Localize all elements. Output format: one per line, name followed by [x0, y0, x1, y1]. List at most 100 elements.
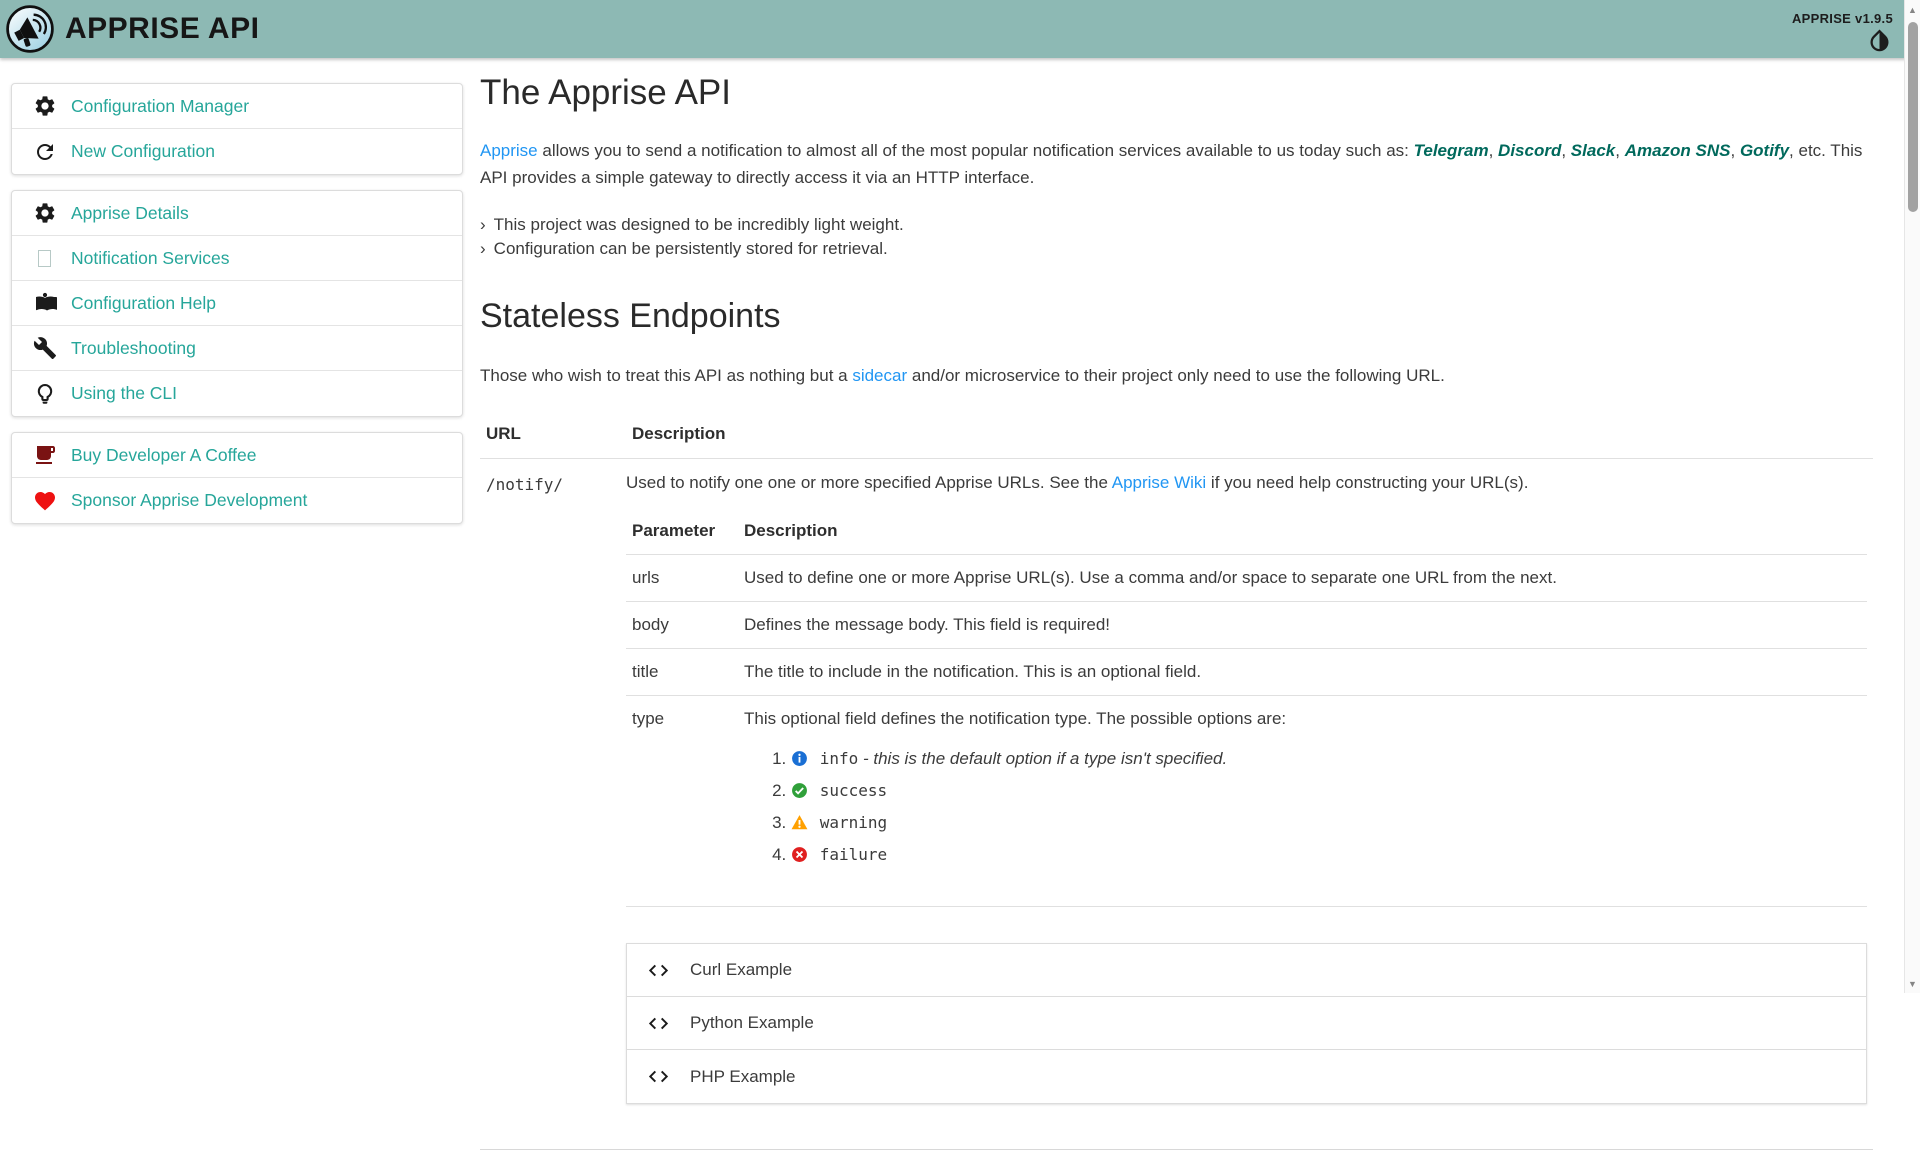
scroll-up-arrow[interactable]: ▲	[1905, 5, 1920, 15]
sidebar-item-buy-developer-a-coffee[interactable]: Buy Developer A Coffee	[12, 433, 462, 478]
separator: ,	[1730, 141, 1739, 160]
sidebar-item-troubleshooting[interactable]: Troubleshooting	[12, 326, 462, 371]
page-title: The Apprise API	[480, 73, 1873, 113]
service-link-telegram[interactable]: Telegram	[1414, 141, 1489, 160]
endpoint-desc-text: Used to notify one one or more specified…	[626, 473, 1112, 492]
accordion-item-label: Curl Example	[690, 960, 792, 980]
accordion-item-curl-example[interactable]: Curl Example	[627, 944, 1866, 997]
sidebar: Configuration Manager New Configuration …	[11, 83, 463, 539]
sidebar-item-notification-services[interactable]: Notification Services	[12, 236, 462, 281]
endpoint-table: URL Description /notify/ Used to notify …	[480, 411, 1873, 1124]
separator: ,	[1561, 141, 1570, 160]
brand: APPRISE API	[5, 4, 259, 54]
table-row-urls: urls Used to define one or more Apprise …	[626, 555, 1867, 602]
endpoint-description-cell: Used to notify one one or more specified…	[626, 459, 1873, 1125]
feature-list: This project was designed to be incredib…	[480, 213, 1873, 261]
type-option-warning: warning	[791, 813, 1861, 833]
code-examples-accordion: Curl Example Python Example PHP Example	[626, 943, 1867, 1104]
gear-icon	[31, 94, 58, 118]
endpoint-desc-text: if you need help constructing your URL(s…	[1206, 473, 1528, 492]
gear-icon	[31, 201, 58, 225]
service-link-amazon-sns[interactable]: Amazon SNS	[1625, 141, 1731, 160]
type-value: failure	[820, 845, 887, 864]
sidebar-item-sponsor-apprise-development[interactable]: Sponsor Apprise Development	[12, 478, 462, 523]
endpoint-url: /notify/	[480, 459, 626, 1125]
header-right: APPRISE v1.9.5	[1792, 5, 1893, 54]
column-header-description: Description	[626, 411, 1873, 459]
separator: ,	[1489, 141, 1498, 160]
sidebar-item-label: Using the CLI	[71, 383, 177, 404]
param-name: body	[626, 602, 738, 649]
sidebar-item-label: Sponsor Apprise Development	[71, 490, 307, 511]
sidebar-item-label: New Configuration	[71, 141, 215, 162]
app-header: APPRISE API APPRISE v1.9.5	[0, 0, 1920, 58]
code-icon	[647, 959, 670, 982]
sidebar-item-label: Apprise Details	[71, 203, 189, 224]
sidebar-group-configuration: Configuration Manager New Configuration	[11, 83, 463, 175]
sidebar-item-label: Notification Services	[71, 248, 230, 269]
scrollbar-thumb[interactable]	[1908, 22, 1918, 212]
main-content: The Apprise API Apprise allows you to se…	[480, 73, 1873, 1150]
apprise-link[interactable]: Apprise	[480, 141, 538, 160]
type-value: info	[820, 749, 859, 768]
type-option-failure: failure	[791, 845, 1861, 865]
table-row-body: body Defines the message body. This fiel…	[626, 602, 1867, 649]
accordion-item-python-example[interactable]: Python Example	[627, 997, 1866, 1050]
service-link-gotify[interactable]: Gotify	[1740, 141, 1789, 160]
success-icon	[791, 782, 808, 799]
sidebar-item-configuration-help[interactable]: Configuration Help	[12, 281, 462, 326]
parameters-table: Parameter Description urls Used to defin…	[626, 509, 1867, 907]
intro-text: allows you to send a notification to alm…	[538, 141, 1414, 160]
wrench-icon	[31, 336, 58, 360]
service-link-discord[interactable]: Discord	[1498, 141, 1561, 160]
feature-item: This project was designed to be incredib…	[480, 213, 1873, 237]
sidebar-item-label: Buy Developer A Coffee	[71, 445, 257, 466]
accordion-item-label: PHP Example	[690, 1067, 796, 1087]
column-header-url: URL	[480, 411, 626, 459]
code-icon	[647, 1012, 670, 1035]
scrollbar[interactable]: ▲ ▼	[1904, 0, 1920, 993]
param-description: This optional field defines the notifica…	[738, 696, 1867, 907]
book-icon	[31, 291, 58, 315]
table-row-notify: /notify/ Used to notify one one or more …	[480, 459, 1873, 1125]
sidebar-item-label: Configuration Manager	[71, 96, 249, 117]
column-header-parameter: Parameter	[626, 509, 738, 555]
param-description-text: This optional field defines the notifica…	[744, 709, 1286, 728]
table-row-title: title The title to include in the notifi…	[626, 649, 1867, 696]
lead-text: and/or microservice to their project onl…	[907, 366, 1445, 385]
lead-text: Those who wish to treat this API as noth…	[480, 366, 852, 385]
sidebar-item-configuration-manager[interactable]: Configuration Manager	[12, 84, 462, 129]
missing-glyph-icon	[31, 250, 58, 267]
type-value: success	[820, 781, 887, 800]
sidebar-item-using-the-cli[interactable]: Using the CLI	[12, 371, 462, 416]
feature-item: Configuration can be persistently stored…	[480, 237, 1873, 261]
accordion-item-php-example[interactable]: PHP Example	[627, 1050, 1866, 1103]
service-link-slack[interactable]: Slack	[1571, 141, 1615, 160]
param-description: The title to include in the notification…	[738, 649, 1867, 696]
lightbulb-icon	[31, 382, 58, 406]
intro-paragraph: Apprise allows you to send a notificatio…	[480, 137, 1873, 191]
type-value: warning	[820, 813, 887, 832]
notification-type-options: info - this is the default option if a t…	[744, 749, 1861, 865]
scroll-down-arrow[interactable]: ▼	[1905, 979, 1920, 989]
section-title-stateless-endpoints: Stateless Endpoints	[480, 297, 1873, 336]
sidebar-item-apprise-details[interactable]: Apprise Details	[12, 191, 462, 236]
sidecar-link[interactable]: sidecar	[852, 366, 907, 385]
theme-toggle-contrast-icon[interactable]	[1866, 27, 1893, 54]
refresh-icon	[31, 140, 58, 164]
apprise-logo-megaphone-icon	[5, 4, 55, 54]
param-description: Defines the message body. This field is …	[738, 602, 1867, 649]
sidebar-item-label: Configuration Help	[71, 293, 216, 314]
coffee-icon	[31, 443, 58, 467]
column-header-description: Description	[738, 509, 1867, 555]
app-title: APPRISE API	[65, 12, 259, 46]
info-icon	[791, 750, 808, 767]
heart-icon	[31, 489, 58, 513]
stateless-lead-paragraph: Those who wish to treat this API as noth…	[480, 362, 1873, 389]
apprise-wiki-link[interactable]: Apprise Wiki	[1112, 473, 1206, 492]
param-name: type	[626, 696, 738, 907]
type-note: - this is the default option if a type i…	[858, 749, 1227, 768]
param-description: Used to define one or more Apprise URL(s…	[738, 555, 1867, 602]
type-option-success: success	[791, 781, 1861, 801]
sidebar-item-new-configuration[interactable]: New Configuration	[12, 129, 462, 174]
